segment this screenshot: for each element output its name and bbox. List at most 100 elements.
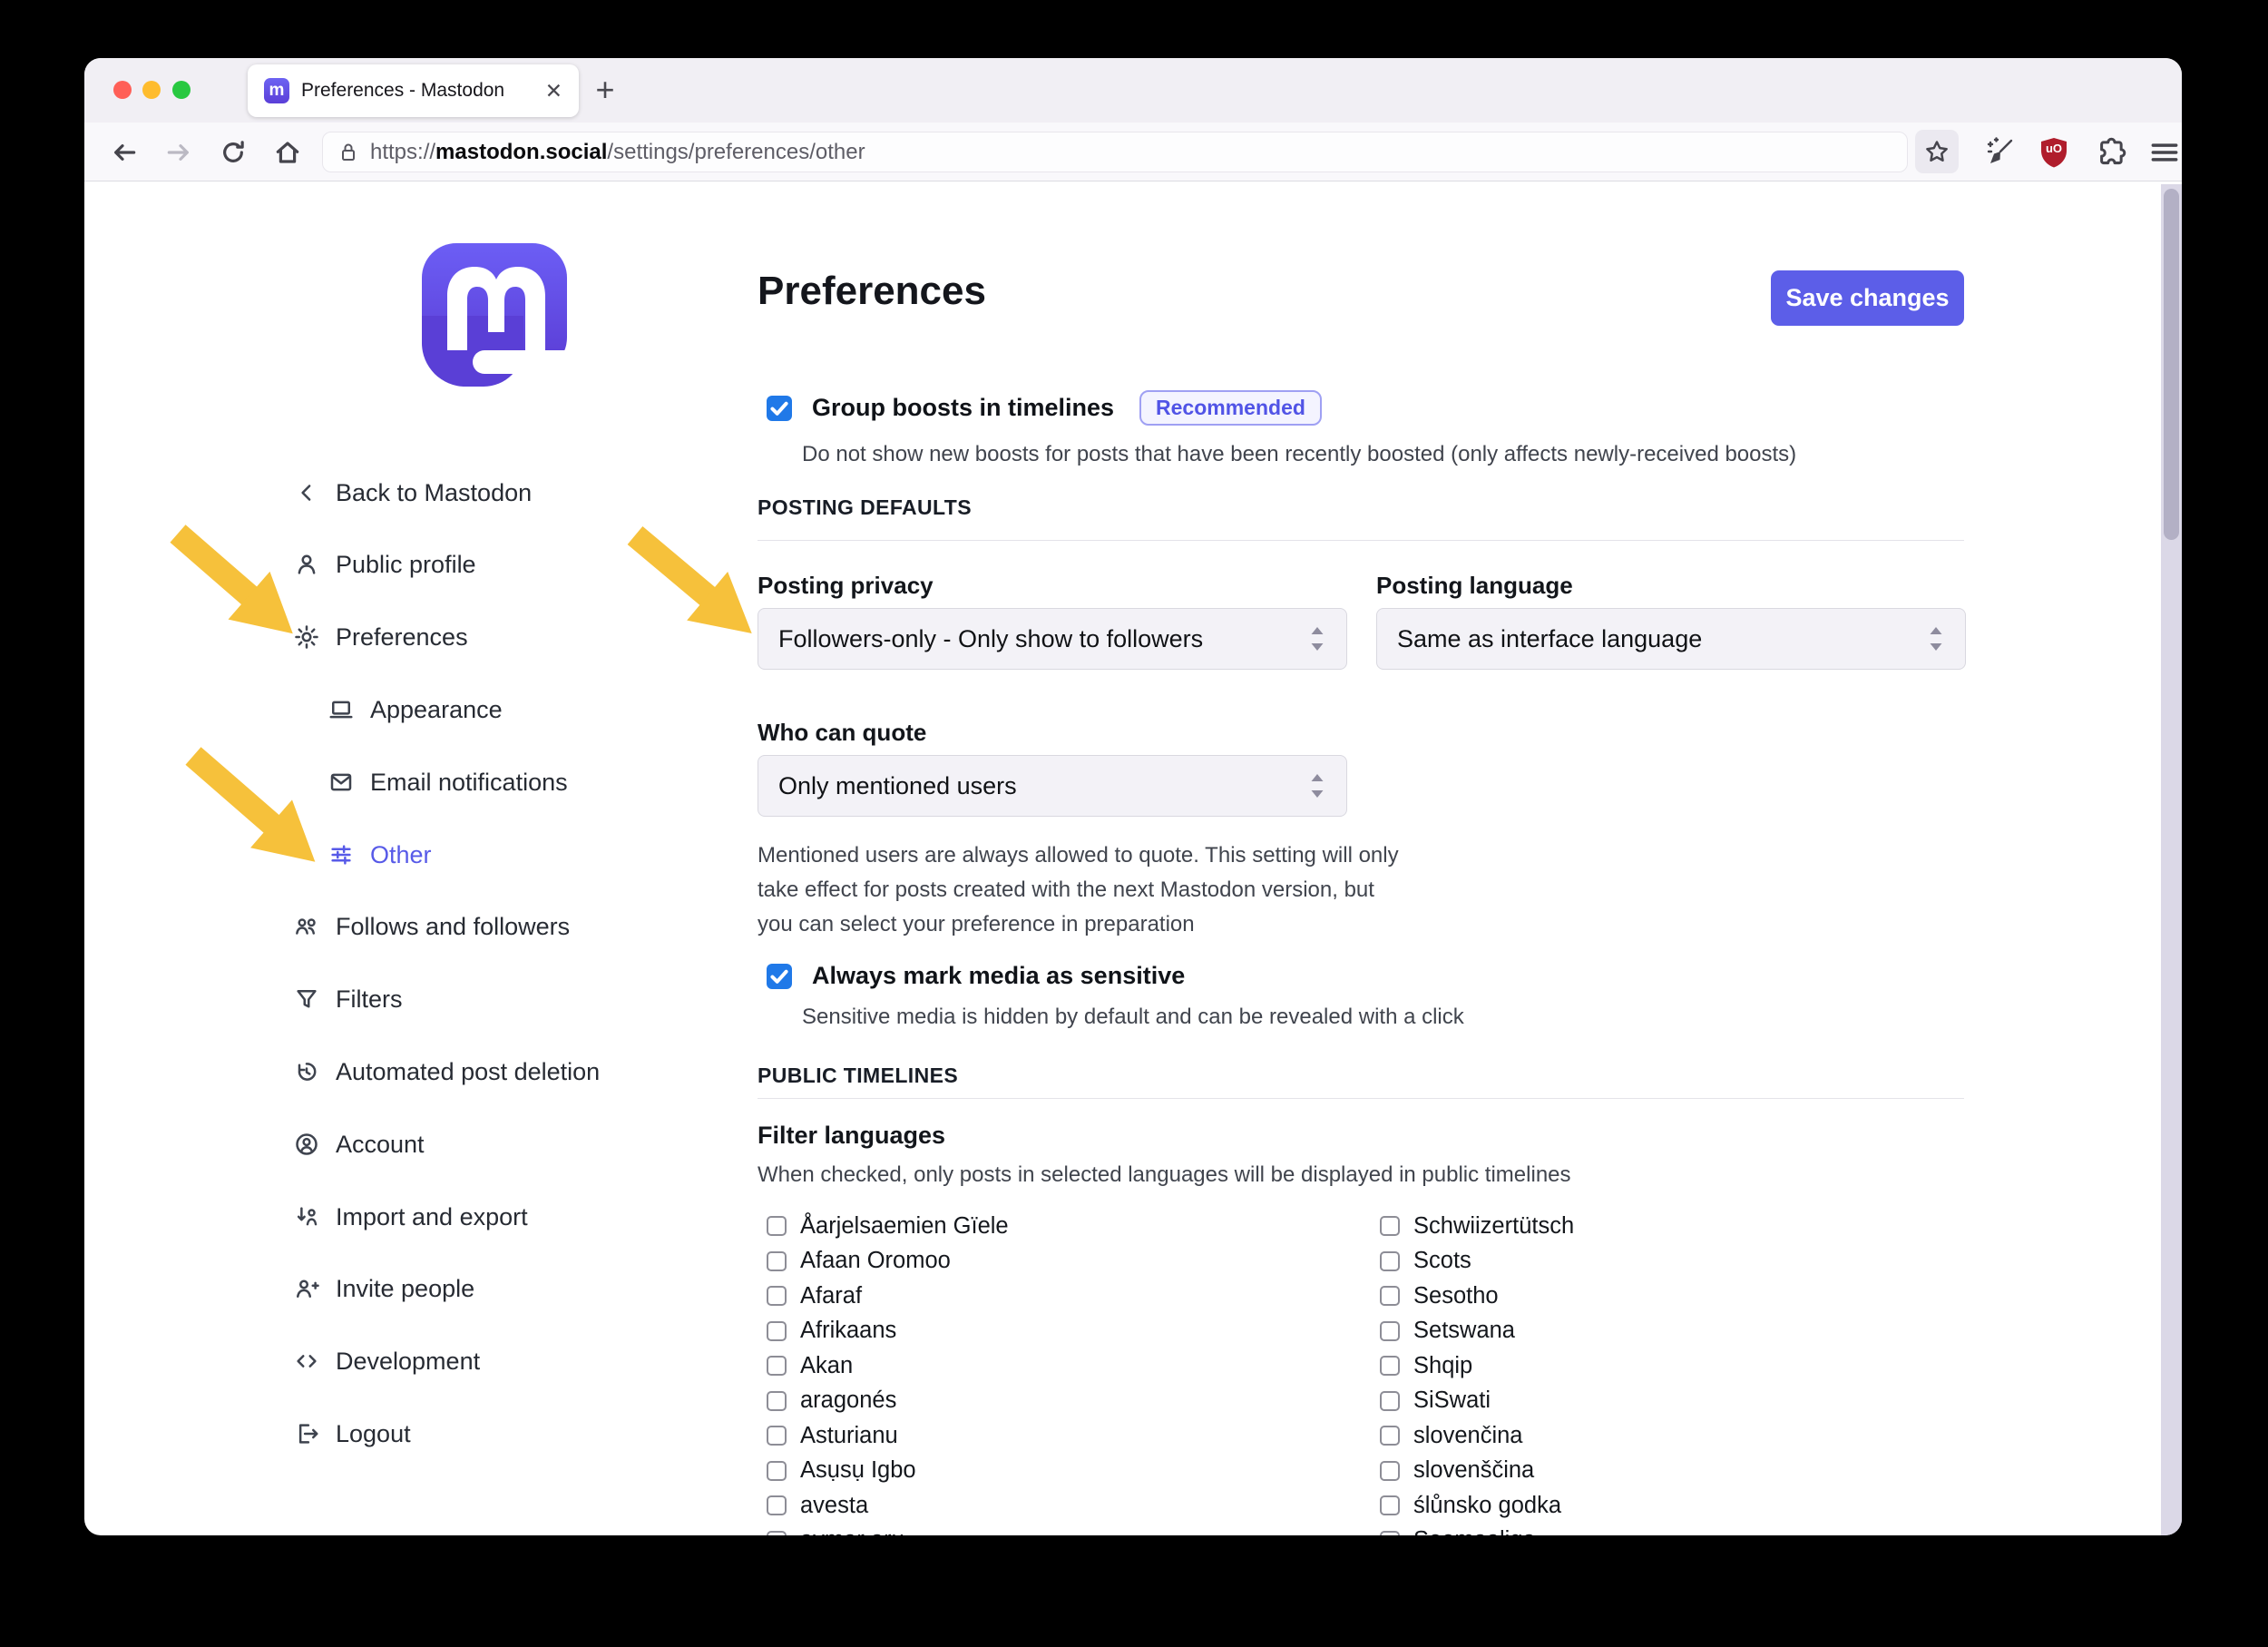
language-option: Afrikaans [767, 1314, 1009, 1349]
language-label[interactable]: ślůnsko godka [1413, 1493, 1561, 1519]
reload-icon[interactable] [219, 138, 248, 167]
language-checkbox[interactable] [767, 1391, 787, 1411]
who-can-quote-label: Who can quote [758, 719, 926, 747]
language-label[interactable]: Åarjelsaemien Gïele [800, 1213, 1009, 1240]
language-option: Soomaaliga [1380, 1524, 1574, 1536]
who-can-quote-hint: Mentioned users are always allowed to qu… [758, 838, 1414, 942]
sidebar-item-label: Preferences [336, 623, 468, 652]
sidebar-item-logout[interactable]: Logout [293, 1416, 411, 1452]
language-label[interactable]: aymar aru [800, 1527, 904, 1535]
logout-icon [293, 1420, 320, 1447]
sensitive-media-checkbox[interactable] [767, 964, 792, 989]
scrollbar-track[interactable] [2161, 184, 2182, 1535]
sidebar-item-filters[interactable]: Filters [293, 981, 403, 1017]
broom-extension-icon[interactable] [1981, 135, 2016, 170]
language-label[interactable]: Soomaaliga [1413, 1527, 1536, 1535]
posting-privacy-select[interactable]: Followers-only - Only show to followers [758, 608, 1347, 670]
language-label[interactable]: Akan [800, 1353, 853, 1379]
language-checkbox[interactable] [767, 1321, 787, 1341]
home-icon[interactable] [273, 138, 302, 167]
language-checkbox[interactable] [767, 1356, 787, 1376]
language-checkbox[interactable] [1380, 1356, 1400, 1376]
sidebar-item-other[interactable]: Other [327, 837, 432, 873]
sensitive-media-label[interactable]: Always mark media as sensitive [812, 962, 1185, 990]
who-can-quote-select[interactable]: Only mentioned users [758, 755, 1347, 817]
language-option: Asturianu [767, 1418, 1009, 1454]
macos-close-button[interactable] [113, 81, 132, 99]
group-boosts-label[interactable]: Group boosts in timelines [812, 394, 1114, 422]
select-spinner-icon [1308, 623, 1326, 654]
language-checkbox[interactable] [767, 1216, 787, 1236]
sidebar-item-development[interactable]: Development [293, 1343, 480, 1379]
puzzle-extensions-icon[interactable] [2092, 135, 2126, 170]
sidebar-item-label: Appearance [370, 696, 503, 724]
language-label[interactable]: Afaan Oromoo [800, 1248, 951, 1274]
sidebar-item-automated-post-deletion[interactable]: Automated post deletion [293, 1054, 600, 1090]
posting-language-select[interactable]: Same as interface language [1376, 608, 1966, 670]
language-checkbox[interactable] [1380, 1495, 1400, 1515]
mastodon-logo[interactable] [422, 243, 567, 399]
bookmark-star-button[interactable] [1915, 130, 1959, 173]
sidebar-item-email-notifications[interactable]: Email notifications [327, 764, 568, 800]
language-checkbox[interactable] [1380, 1216, 1400, 1236]
macos-zoom-button[interactable] [172, 81, 191, 99]
language-label[interactable]: aragonés [800, 1387, 896, 1414]
language-label[interactable]: slovenčina [1413, 1423, 1523, 1449]
language-checkbox[interactable] [767, 1461, 787, 1481]
sidebar-item-public-profile[interactable]: Public profile [293, 546, 476, 583]
language-checkbox[interactable] [1380, 1461, 1400, 1481]
sidebar-item-appearance[interactable]: Appearance [327, 691, 503, 728]
menu-hamburger-icon[interactable] [2147, 135, 2182, 170]
ublock-shield-icon[interactable]: uO [2037, 135, 2071, 170]
new-tab-button[interactable]: + [585, 67, 625, 113]
language-label[interactable]: Schwiizertütsch [1413, 1213, 1574, 1240]
back-icon[interactable] [110, 138, 139, 167]
browser-tab[interactable]: m Preferences - Mastodon ✕ [248, 64, 579, 117]
language-label[interactable]: Afaraf [800, 1283, 862, 1309]
save-changes-button[interactable]: Save changes [1771, 270, 1964, 326]
language-label[interactable]: Asturianu [800, 1423, 898, 1449]
language-label[interactable]: Sesotho [1413, 1283, 1499, 1309]
close-tab-icon[interactable]: ✕ [545, 79, 562, 103]
macos-minimize-button[interactable] [142, 81, 161, 99]
language-label[interactable]: Shqip [1413, 1353, 1472, 1379]
language-label[interactable]: avesta [800, 1493, 868, 1519]
language-checkbox[interactable] [1380, 1321, 1400, 1341]
language-checkbox[interactable] [767, 1426, 787, 1446]
language-label[interactable]: Scots [1413, 1248, 1471, 1274]
tab-bar: m Preferences - Mastodon ✕ + [84, 58, 2182, 123]
language-checkbox[interactable] [767, 1251, 787, 1271]
sidebar-item-preferences[interactable]: Preferences [293, 619, 468, 655]
language-label[interactable]: Asụsụ Igbo [800, 1457, 916, 1484]
check-icon [767, 964, 792, 989]
browser-window: m Preferences - Mastodon ✕ + https://mas… [84, 58, 2182, 1535]
language-checkbox[interactable] [1380, 1286, 1400, 1306]
language-checkbox[interactable] [1380, 1251, 1400, 1271]
language-checkbox[interactable] [767, 1531, 787, 1535]
url-bar[interactable]: https://mastodon.social/settings/prefere… [322, 132, 1908, 172]
language-label[interactable]: slovenščina [1413, 1457, 1534, 1484]
sidebar-back-link[interactable]: Back to Mastodon [293, 475, 532, 511]
history-icon [293, 1058, 320, 1085]
language-checkbox[interactable] [767, 1495, 787, 1515]
code-icon [293, 1348, 320, 1375]
language-label[interactable]: SiSwati [1413, 1387, 1491, 1414]
sidebar-item-invite-people[interactable]: Invite people [293, 1270, 474, 1307]
forward-icon[interactable] [164, 138, 193, 167]
group-boosts-description: Do not show new boosts for posts that ha… [802, 437, 1796, 472]
language-checkbox[interactable] [1380, 1531, 1400, 1535]
recommended-badge: Recommended [1139, 390, 1322, 426]
language-label[interactable]: Setswana [1413, 1318, 1515, 1344]
sidebar-item-follows-and-followers[interactable]: Follows and followers [293, 908, 570, 945]
url-path: /settings/preferences/other [607, 140, 865, 164]
sidebar-item-account[interactable]: Account [293, 1126, 425, 1162]
language-label[interactable]: Afrikaans [800, 1318, 896, 1344]
language-checkbox[interactable] [1380, 1426, 1400, 1446]
language-checkbox[interactable] [767, 1286, 787, 1306]
group-boosts-checkbox[interactable] [767, 396, 792, 421]
language-option: SiSwati [1380, 1384, 1574, 1419]
sidebar-item-import-and-export[interactable]: Import and export [293, 1199, 528, 1235]
language-checkbox[interactable] [1380, 1391, 1400, 1411]
select-spinner-icon [1927, 623, 1945, 654]
scrollbar-thumb[interactable] [2164, 189, 2179, 540]
